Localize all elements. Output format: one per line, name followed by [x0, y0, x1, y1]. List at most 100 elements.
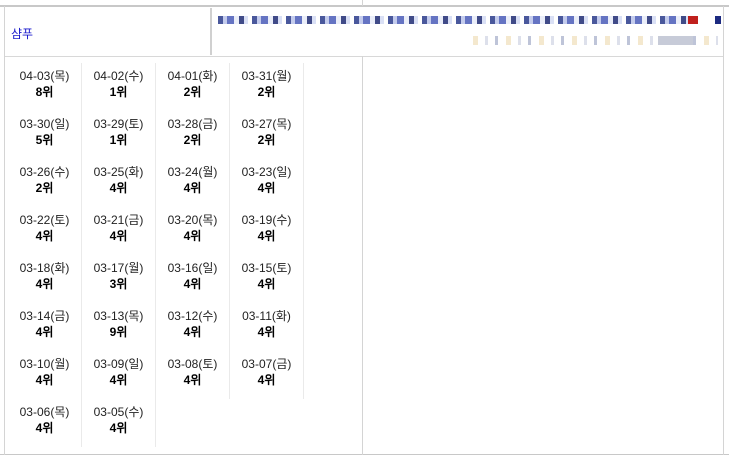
rank-date: 03-24(월): [167, 165, 218, 179]
rank-date: 03-19(수): [241, 213, 292, 227]
rank-value: 4위: [257, 229, 276, 243]
rank-date: 03-10(월): [19, 357, 70, 371]
rank-cell[interactable]: 03-20(목) 4위: [156, 207, 230, 255]
rank-date: 04-02(수): [93, 69, 144, 83]
rank-cell[interactable]: 03-31(월) 2위: [230, 63, 304, 111]
rank-value: 1위: [109, 85, 128, 99]
rank-cell[interactable]: 03-23(일) 4위: [230, 159, 304, 207]
rank-cell[interactable]: 03-27(목) 2위: [230, 111, 304, 159]
rank-cell[interactable]: 03-29(토) 1위: [82, 111, 156, 159]
rank-value: 4위: [183, 229, 202, 243]
table-top-border: [0, 5, 729, 7]
redacted-text-mark: [715, 16, 721, 24]
rank-cell[interactable]: 03-08(토) 4위: [156, 351, 230, 399]
rank-date: 03-17(월): [93, 261, 144, 275]
rank-value: 8위: [35, 85, 54, 99]
rank-value: 4위: [183, 181, 202, 195]
rank-cell[interactable]: 03-09(일) 4위: [82, 351, 156, 399]
rank-value: 4위: [35, 325, 54, 339]
rank-date: 03-05(수): [93, 405, 144, 419]
rank-cell[interactable]: 04-03(목) 8위: [8, 63, 82, 111]
rank-date: 03-30(일): [19, 117, 70, 131]
rank-date: 03-28(금): [167, 117, 218, 131]
rank-value: 2위: [35, 181, 54, 195]
rank-cell[interactable]: 03-17(월) 3위: [82, 255, 156, 303]
keyword-link[interactable]: 샴푸: [11, 25, 33, 42]
rank-cell[interactable]: 03-07(금) 4위: [230, 351, 304, 399]
rank-value: 5위: [35, 133, 54, 147]
rank-date: 03-22(토): [19, 213, 70, 227]
rank-cell[interactable]: 03-12(수) 4위: [156, 303, 230, 351]
rank-cell[interactable]: 03-22(토) 4위: [8, 207, 82, 255]
rank-cell[interactable]: 03-13(목) 9위: [82, 303, 156, 351]
rank-cell[interactable]: 03-21(금) 4위: [82, 207, 156, 255]
rank-cell[interactable]: 03-18(화) 4위: [8, 255, 82, 303]
rank-value: 1위: [109, 133, 128, 147]
rank-value: 4위: [35, 421, 54, 435]
rank-value: 4위: [35, 277, 54, 291]
rank-date: 03-16(일): [167, 261, 218, 275]
rank-date: 04-03(목): [19, 69, 70, 83]
table-column-divider: [362, 56, 363, 455]
rank-date: 03-14(금): [19, 309, 70, 323]
rank-value: 4위: [257, 325, 276, 339]
rank-date: 03-06(목): [19, 405, 70, 419]
table-right-border: [723, 6, 724, 455]
rank-date: 03-31(월): [241, 69, 292, 83]
rank-date: 03-18(화): [19, 261, 70, 275]
rank-date: 03-29(토): [93, 117, 144, 131]
table-bottom-border: [0, 454, 729, 455]
redacted-text-line: [218, 16, 698, 24]
rank-value: 4위: [257, 373, 276, 387]
rank-date: 03-20(목): [167, 213, 218, 227]
rank-value: 4위: [183, 277, 202, 291]
header-row-border: [5, 56, 724, 57]
rank-cell[interactable]: 03-14(금) 4위: [8, 303, 82, 351]
rank-date: 03-27(목): [241, 117, 292, 131]
rank-cell[interactable]: 04-01(화) 2위: [156, 63, 230, 111]
table-left-border: [4, 6, 5, 455]
rank-cell[interactable]: 03-25(화) 4위: [82, 159, 156, 207]
rank-cell[interactable]: 03-28(금) 2위: [156, 111, 230, 159]
rank-date: 03-26(수): [19, 165, 70, 179]
rank-cell[interactable]: 03-24(월) 4위: [156, 159, 230, 207]
rank-date: 03-15(토): [241, 261, 292, 275]
rank-value: 4위: [257, 277, 276, 291]
redacted-text-mark: [688, 16, 698, 24]
rank-value: 4위: [35, 373, 54, 387]
rank-cell[interactable]: 03-05(수) 4위: [82, 399, 156, 447]
rank-cell[interactable]: 04-02(수) 1위: [82, 63, 156, 111]
rank-date: 03-11(화): [242, 309, 291, 323]
rank-date: 03-23(일): [241, 165, 292, 179]
rank-cell[interactable]: 03-16(일) 4위: [156, 255, 230, 303]
rank-date: 03-13(목): [93, 309, 144, 323]
rank-cell[interactable]: 03-26(수) 2위: [8, 159, 82, 207]
rank-value: 4위: [109, 421, 128, 435]
rank-value: 9위: [109, 325, 128, 339]
rank-cell[interactable]: 03-06(목) 4위: [8, 399, 82, 447]
rank-value: 4위: [183, 373, 202, 387]
redacted-product-info: [218, 14, 721, 52]
rank-date: 03-08(토): [167, 357, 218, 371]
rank-value: 4위: [35, 229, 54, 243]
rank-value: 2위: [257, 85, 276, 99]
rank-value: 2위: [257, 133, 276, 147]
rank-date: 04-01(화): [167, 69, 218, 83]
rank-cell[interactable]: 03-11(화) 4위: [230, 303, 304, 351]
rank-value: 4위: [257, 181, 276, 195]
rank-cell[interactable]: 03-19(수) 4위: [230, 207, 304, 255]
rank-cell[interactable]: 03-15(토) 4위: [230, 255, 304, 303]
rank-date: 03-09(일): [93, 357, 144, 371]
keyword-cell: 샴푸: [5, 8, 212, 55]
rank-date: 03-21(금): [93, 213, 144, 227]
rank-value: 4위: [109, 373, 128, 387]
rank-value: 4위: [109, 229, 128, 243]
rank-value: 3위: [109, 277, 128, 291]
table-top-divider: [362, 0, 363, 6]
rank-value: 4위: [183, 325, 202, 339]
rank-date: 03-25(화): [93, 165, 144, 179]
rank-cell[interactable]: 03-30(일) 5위: [8, 111, 82, 159]
rank-date: 03-12(수): [167, 309, 218, 323]
rank-value: 2위: [183, 133, 202, 147]
rank-cell[interactable]: 03-10(월) 4위: [8, 351, 82, 399]
